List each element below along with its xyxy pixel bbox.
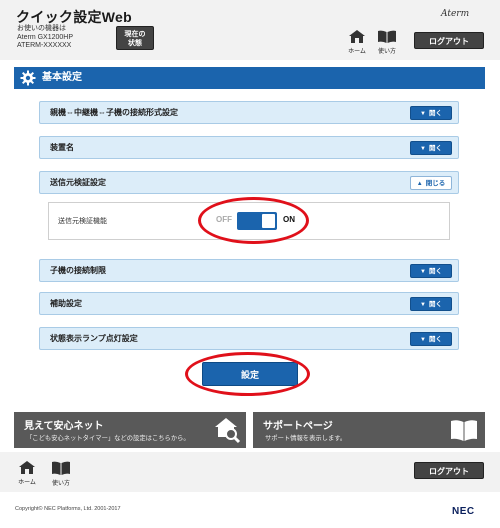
status-button-line1: 現在の <box>124 31 146 38</box>
nec-logo: NEC <box>452 506 475 517</box>
row-source-verification[interactable]: 送信元検証設定 ▲ 閉じる <box>39 171 459 194</box>
close-button[interactable]: ▲ 閉じる <box>410 176 452 190</box>
status-button-line2: 状態 <box>128 40 142 47</box>
book-icon <box>52 461 70 475</box>
usage-link[interactable]: 使い方 <box>374 30 400 55</box>
device-info: お使いの機器は Aterm GX1200HP ATERM-XXXXXX <box>17 25 73 51</box>
device-model: Aterm GX1200HP <box>17 33 74 41</box>
footer-logout-button[interactable]: ログアウト <box>414 462 484 479</box>
chevron-down-icon: ▼ <box>420 111 426 117</box>
house-search-icon <box>215 418 241 444</box>
open-button[interactable]: ▼ 開く <box>410 141 452 155</box>
open-button-label: 開く <box>428 336 442 343</box>
book-icon <box>451 420 477 441</box>
row-label: 状態表示ランプ点灯設定 <box>50 334 138 343</box>
row-auxiliary-settings[interactable]: 補助設定 ▼ 開く <box>39 292 459 315</box>
home-link[interactable]: ホーム <box>345 30 369 55</box>
row-connection-mode[interactable]: 親機⇔中継機⇔子機の接続形式設定 ▼ 開く <box>39 101 459 124</box>
home-label: ホーム <box>348 49 366 55</box>
banner-title: 見えて安心ネット <box>24 421 104 432</box>
book-icon <box>378 30 396 43</box>
highlight-ring-submit <box>185 352 310 396</box>
row-label: 装置名 <box>50 143 74 152</box>
open-button[interactable]: ▼ 開く <box>410 332 452 346</box>
open-button-label: 開く <box>428 268 442 275</box>
banner-subtitle: サポート情報を表示します。 <box>265 435 347 442</box>
home-icon <box>349 30 365 43</box>
open-button[interactable]: ▼ 開く <box>410 106 452 120</box>
highlight-ring-toggle <box>198 197 309 244</box>
footer-usage-link[interactable]: 使い方 <box>49 461 73 487</box>
open-button[interactable]: ▼ 開く <box>410 264 452 278</box>
chevron-down-icon: ▼ <box>420 146 426 152</box>
copyright-text: Copyright© NEC Platforms, Ltd. 2001-2017 <box>15 506 121 512</box>
mieru-anshin-net-banner[interactable]: 見えて安心ネット 「こども安心ネットタイマー」などの設定はこちらから。 <box>14 412 246 448</box>
current-status-button[interactable]: 現在の 状態 <box>116 26 154 50</box>
aterm-logo: Aterm <box>441 9 470 19</box>
open-button-label: 開く <box>428 110 442 117</box>
open-button-label: 開く <box>428 145 442 152</box>
usage-label: 使い方 <box>377 49 396 55</box>
section-title: 基本設定 <box>42 72 82 83</box>
device-info-line: お使いの機器は <box>17 25 66 32</box>
logout-button[interactable]: ログアウト <box>414 32 484 49</box>
gear-icon <box>20 70 36 86</box>
chevron-down-icon: ▼ <box>420 302 426 308</box>
row-client-restriction[interactable]: 子機の接続制限 ▼ 開く <box>39 259 459 282</box>
row-label: 補助設定 <box>50 299 82 308</box>
close-button-label: 閉じる <box>425 180 446 187</box>
app-title: クイック設定Web <box>16 9 132 25</box>
banner-title: サポートページ <box>263 421 333 432</box>
footer-home-link[interactable]: ホーム <box>15 461 39 486</box>
footer-usage-label: 使い方 <box>51 481 70 487</box>
row-label: 親機⇔中継機⇔子機の接続形式設定 <box>50 108 178 117</box>
banner-subtitle: 「こども安心ネットタイマー」などの設定はこちらから。 <box>26 435 190 442</box>
chevron-down-icon: ▼ <box>420 337 426 343</box>
device-id: ATERM-XXXXXX <box>17 42 72 49</box>
home-icon <box>19 461 35 474</box>
row-device-name[interactable]: 装置名 ▼ 開く <box>39 136 459 159</box>
source-verification-label: 送信元検証機能 <box>58 218 107 225</box>
chevron-down-icon: ▼ <box>420 269 426 275</box>
footer-home-label: ホーム <box>18 480 36 486</box>
chevron-up-icon: ▲ <box>416 181 423 187</box>
open-button-label: 開く <box>428 301 442 308</box>
section-header: 基本設定 <box>14 67 485 89</box>
row-label: 子機の接続制限 <box>50 266 106 275</box>
open-button[interactable]: ▼ 開く <box>410 297 452 311</box>
row-lamp-settings[interactable]: 状態表示ランプ点灯設定 ▼ 開く <box>39 327 459 350</box>
support-page-banner[interactable]: サポートページ サポート情報を表示します。 <box>253 412 485 448</box>
row-label: 送信元検証設定 <box>50 178 106 187</box>
